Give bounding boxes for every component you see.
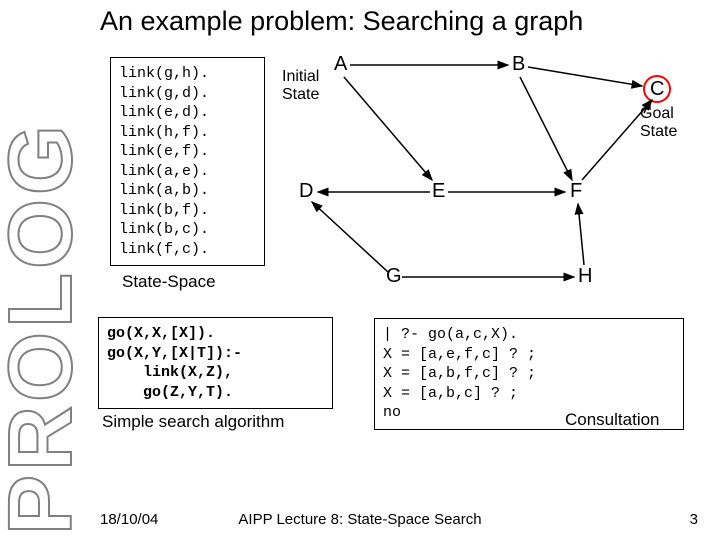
state-space-code: link(g,h). link(g,d). link(e,d). link(h,… (110, 57, 265, 266)
footer-page-number: 3 (690, 511, 698, 528)
node-e: E (432, 180, 445, 203)
page-title: An example problem: Searching a graph (100, 6, 583, 37)
initial-state-label: Initial State (282, 68, 319, 104)
graph-edges (0, 0, 720, 540)
node-b: B (512, 53, 525, 76)
consultation-label: Consultation (565, 410, 660, 430)
node-d: D (299, 180, 313, 203)
node-f: F (570, 180, 582, 203)
search-algo-code: go(X,X,[X]). go(X,Y,[X|T]):- link(X,Z), … (98, 317, 333, 409)
prolog-sidebar-text: PROLOG (0, 121, 93, 535)
search-algo-label: Simple search algorithm (102, 412, 284, 432)
node-a: A (334, 53, 347, 76)
node-h: H (578, 265, 592, 288)
node-g: G (386, 265, 402, 288)
state-space-label: State-Space (122, 272, 216, 292)
goal-circle (643, 75, 671, 103)
goal-arrow (0, 0, 720, 540)
footer-center: AIPP Lecture 8: State-Space Search (0, 511, 720, 528)
goal-state-label: Goal State (640, 105, 677, 141)
